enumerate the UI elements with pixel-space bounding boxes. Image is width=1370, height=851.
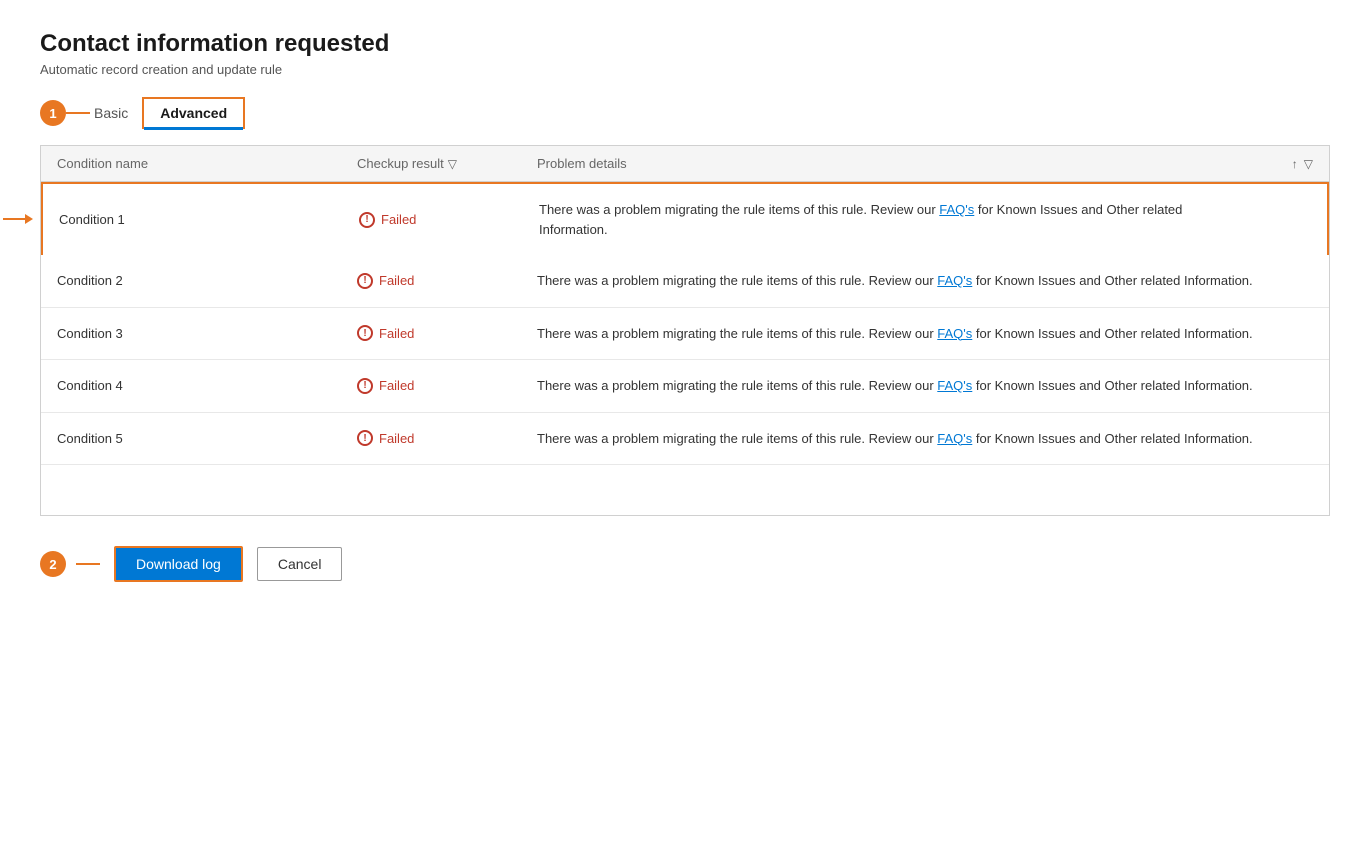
col-checkup-result: Checkup result ▽ [357, 156, 537, 171]
condition-1-problem: There was a problem migrating the rule i… [539, 200, 1251, 239]
faq-link-3[interactable]: FAQ's [937, 326, 972, 341]
page-title: Contact information requested [40, 30, 1330, 58]
tabs-container: 1 Basic Advanced [40, 97, 1330, 129]
condition-4-problem: There was a problem migrating the rule i… [537, 376, 1253, 396]
sort-icon[interactable]: ↑ [1292, 157, 1298, 171]
table-empty-space [41, 465, 1329, 515]
condition-2-problem: There was a problem migrating the rule i… [537, 271, 1253, 291]
table-row: Condition 1 ! Failed There was a problem… [41, 182, 1329, 255]
download-log-button[interactable]: Download log [114, 546, 243, 582]
condition-4-name: Condition 4 [57, 378, 357, 393]
failed-icon: ! [357, 378, 373, 394]
footer: 2 Download log Cancel [40, 546, 1330, 582]
failed-icon: ! [359, 212, 375, 228]
filter-icon-checkup[interactable]: ▽ [448, 157, 457, 171]
condition-5-status: ! Failed [357, 430, 537, 446]
row-1-annotation [3, 214, 33, 224]
col-problem-details: Problem details [537, 156, 1253, 171]
page-subtitle: Automatic record creation and update rul… [40, 62, 1330, 77]
condition-5-name: Condition 5 [57, 431, 357, 446]
table-row: Condition 3 ! Failed There was a problem… [41, 308, 1329, 361]
condition-1-status: ! Failed [359, 212, 539, 228]
row-1-wrapper: Condition 1 ! Failed There was a problem… [41, 182, 1329, 255]
filter-icon-main[interactable]: ▽ [1304, 157, 1313, 171]
faq-link-4[interactable]: FAQ's [937, 378, 972, 393]
annotation-2-wrapper: 2 [40, 551, 100, 577]
table-header: Condition name Checkup result ▽ Problem … [41, 146, 1329, 182]
faq-link-5[interactable]: FAQ's [937, 431, 972, 446]
condition-5-problem: There was a problem migrating the rule i… [537, 429, 1253, 449]
faq-link-1[interactable]: FAQ's [939, 202, 974, 217]
col-condition-name: Condition name [57, 156, 357, 171]
col-sort-filter: ↑ ▽ [1253, 156, 1313, 171]
table-row: Condition 5 ! Failed There was a problem… [41, 413, 1329, 466]
cancel-button[interactable]: Cancel [257, 547, 343, 581]
condition-3-problem: There was a problem migrating the rule i… [537, 324, 1253, 344]
table-row: Condition 2 ! Failed There was a problem… [41, 255, 1329, 308]
tab-advanced[interactable]: Advanced [142, 97, 245, 129]
annotation-arrow-1 [66, 112, 90, 114]
annotation-1: 1 [40, 100, 90, 126]
failed-icon: ! [357, 273, 373, 289]
annotation-badge-2: 2 [40, 551, 66, 577]
failed-icon: ! [357, 325, 373, 341]
annotation-badge-1: 1 [40, 100, 66, 126]
faq-link-2[interactable]: FAQ's [937, 273, 972, 288]
conditions-table: Condition name Checkup result ▽ Problem … [40, 145, 1330, 516]
failed-icon: ! [357, 430, 373, 446]
condition-2-name: Condition 2 [57, 273, 357, 288]
annotation-arrow-2 [76, 563, 100, 565]
condition-1-name: Condition 1 [59, 212, 359, 227]
condition-3-name: Condition 3 [57, 326, 357, 341]
table-row: Condition 4 ! Failed There was a problem… [41, 360, 1329, 413]
condition-2-status: ! Failed [357, 273, 537, 289]
condition-4-status: ! Failed [357, 378, 537, 394]
condition-3-status: ! Failed [357, 325, 537, 341]
